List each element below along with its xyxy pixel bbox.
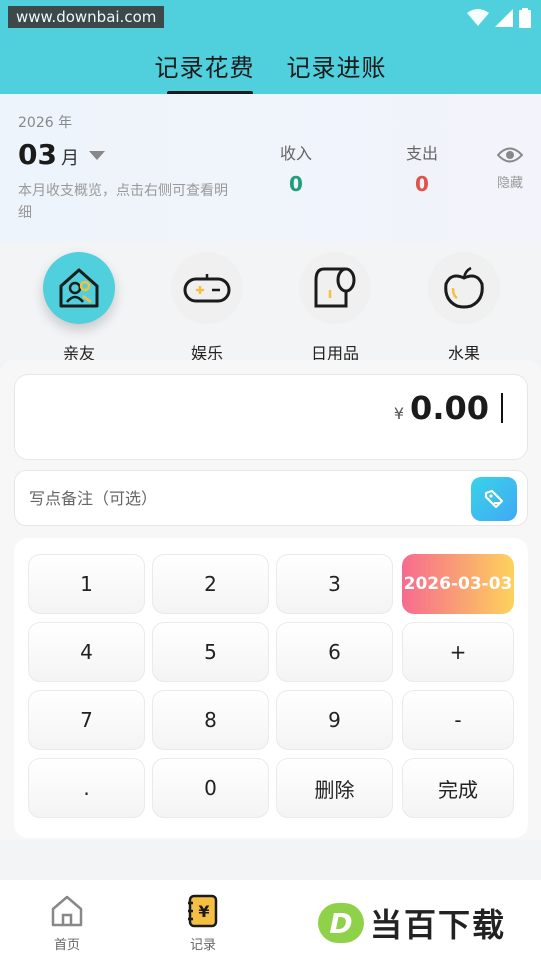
income-value: 0 (289, 172, 303, 196)
tab-record-income[interactable]: 记录进账 (287, 48, 387, 93)
toilet-paper-icon (314, 267, 356, 308)
apple-icon (444, 266, 484, 309)
text-cursor (501, 393, 503, 423)
brand-logo: D (318, 903, 364, 943)
category-fruit[interactable]: 水果 (419, 252, 509, 364)
key-9[interactable]: 9 (276, 690, 393, 750)
expense-label: 支出 (405, 144, 438, 163)
numeric-keypad: 1 2 3 2026-03-03 4 5 6 + 7 8 9 - . 0 删除 … (14, 538, 528, 838)
nav-record-label: 记录 (189, 938, 216, 953)
nav-record[interactable]: ¥ 记录 (168, 894, 238, 953)
monthly-summary: 2026 年 03 月 本月收支概览，点击右侧可查看明细 收入 0 支出 0 隐… (0, 94, 541, 242)
key-8[interactable]: 8 (152, 690, 269, 750)
year-label: 2026 年 (18, 115, 73, 131)
key-3[interactable]: 3 (276, 554, 393, 614)
svg-text:¥: ¥ (198, 902, 209, 921)
key-6[interactable]: 6 (276, 622, 393, 682)
record-type-tabs: 记录花费 记录进账 (0, 48, 541, 95)
delete-key[interactable]: 删除 (276, 758, 393, 818)
expense-stat[interactable]: 支出 0 (392, 140, 452, 196)
minus-key[interactable]: - (402, 690, 514, 750)
key-2[interactable]: 2 (152, 554, 269, 614)
key-1[interactable]: 1 (28, 554, 145, 614)
site-watermark: www.downbai.com (8, 6, 165, 28)
ledger-icon: ¥ (188, 894, 218, 928)
tag-button[interactable] (471, 477, 517, 521)
date-picker-button[interactable]: 2026-03-03 (402, 554, 514, 614)
amount-value: 0.00 (410, 389, 489, 427)
tab-record-expense[interactable]: 记录花费 (155, 48, 255, 95)
income-label: 收入 (279, 144, 312, 163)
battery-icon (519, 8, 531, 28)
category-family-friends[interactable]: 亲友 (34, 252, 124, 364)
brand-text: 当百下载 (370, 906, 507, 944)
gamepad-icon (183, 274, 231, 303)
category-row: 亲友 娱乐 日用品 水果 (0, 242, 541, 364)
key-7[interactable]: 7 (28, 690, 145, 750)
home-people-icon (59, 268, 99, 308)
month-unit: 月 (60, 148, 79, 169)
top-header: www.downbai.com 记录花费 记录进账 (0, 0, 541, 95)
key-0[interactable]: 0 (152, 758, 269, 818)
tag-edit-icon (484, 489, 504, 509)
amount-display[interactable]: ¥ 0.00 (14, 374, 528, 460)
nav-home[interactable]: 首页 (32, 894, 102, 953)
nav-home-label: 首页 (53, 938, 80, 953)
plus-key[interactable]: + (402, 622, 514, 682)
wifi-icon (467, 9, 489, 26)
status-bar-icons (467, 8, 531, 28)
decimal-key[interactable]: . (28, 758, 145, 818)
key-4[interactable]: 4 (28, 622, 145, 682)
month-selector[interactable]: 03 月 (18, 138, 105, 171)
brand-watermark: D 当百下载 (318, 900, 506, 946)
month-number: 03 (18, 138, 57, 171)
signal-icon (495, 9, 513, 27)
eye-icon (496, 147, 524, 163)
hide-toggle[interactable]: 隐藏 (490, 146, 530, 191)
expense-value: 0 (415, 172, 429, 196)
note-field (14, 470, 528, 526)
summary-description: 本月收支概览，点击右侧可查看明细 (18, 183, 228, 221)
key-5[interactable]: 5 (152, 622, 269, 682)
done-key[interactable]: 完成 (402, 758, 514, 818)
category-entertainment[interactable]: 娱乐 (162, 252, 252, 364)
chevron-down-icon (88, 151, 105, 160)
home-icon (51, 895, 83, 927)
income-stat[interactable]: 收入 0 (266, 140, 326, 196)
entry-panel: ¥ 0.00 1 2 3 2026-03-03 4 5 6 + 7 8 9 - … (0, 360, 541, 840)
hide-label: 隐藏 (496, 176, 523, 191)
note-input[interactable] (29, 483, 449, 513)
currency-symbol: ¥ (393, 404, 405, 423)
category-daily-goods[interactable]: 日用品 (290, 252, 380, 364)
